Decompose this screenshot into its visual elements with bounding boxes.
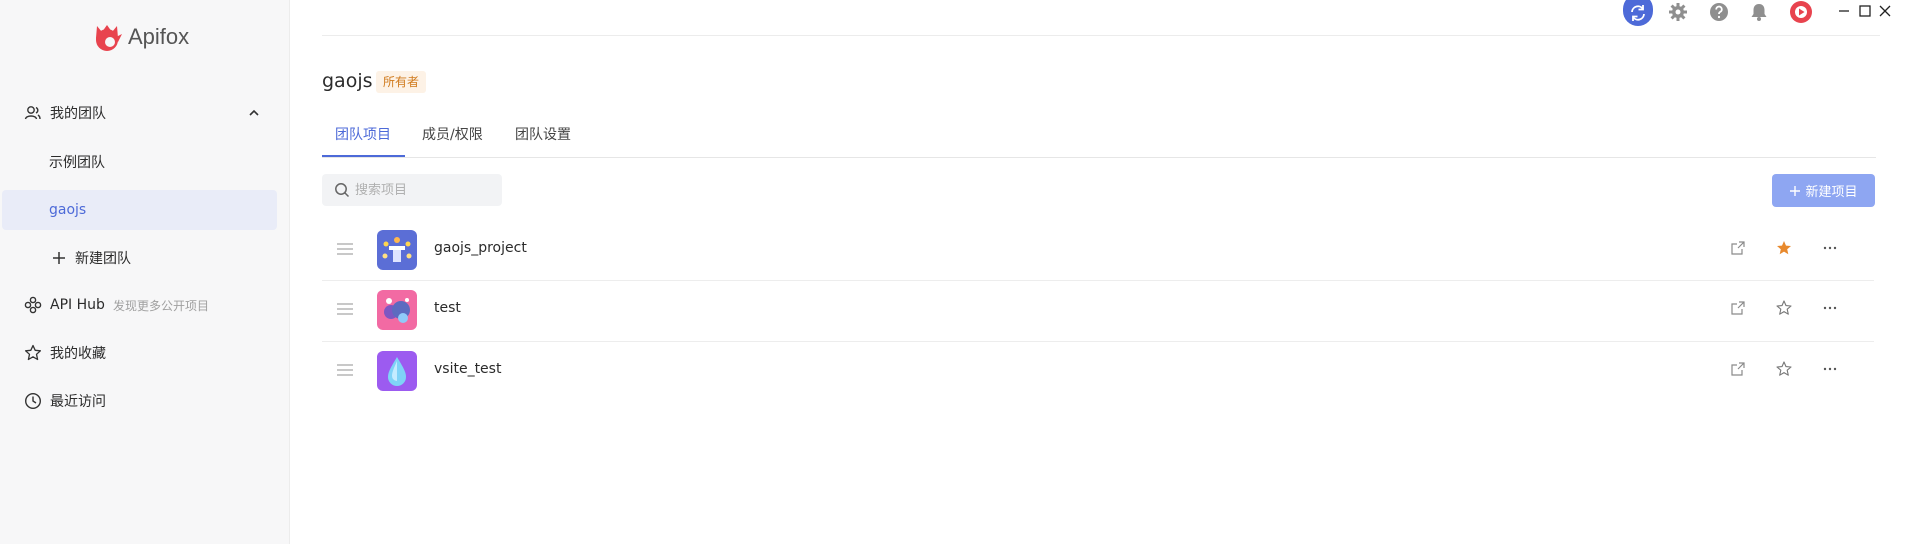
settings-icon[interactable] xyxy=(1668,2,1688,22)
new-team-button[interactable]: 新建团队 xyxy=(2,238,277,278)
apifox-logo-icon xyxy=(96,25,122,51)
project-name[interactable]: test xyxy=(434,300,461,316)
search-input[interactable] xyxy=(355,174,495,206)
sidebar: Apifox 我的团队 示例团队 gaojs 新建团队 API Hub 发现更多… xyxy=(0,0,290,544)
project-row[interactable]: vsite_test xyxy=(322,341,1874,401)
project-row[interactable]: gaojs_project xyxy=(322,220,1874,280)
nav-recent-label: 最近访问 xyxy=(50,394,106,410)
sidebar-item-gaojs[interactable]: gaojs xyxy=(2,190,277,230)
star-filled-icon[interactable] xyxy=(1776,240,1792,256)
project-avatar-icon xyxy=(377,351,417,391)
drag-handle-icon[interactable] xyxy=(336,241,354,257)
team-icon xyxy=(24,106,41,120)
role-badge: 所有者 xyxy=(376,71,427,93)
nav-favorites[interactable]: 我的收藏 xyxy=(0,333,289,373)
star-outline-icon[interactable] xyxy=(1776,300,1792,316)
page-title: gaojs xyxy=(322,70,373,92)
project-name[interactable]: gaojs_project xyxy=(434,240,527,256)
nav-recent[interactable]: 最近访问 xyxy=(0,381,289,421)
clock-icon xyxy=(24,392,42,410)
open-external-icon[interactable] xyxy=(1730,300,1746,316)
team-label: gaojs xyxy=(49,202,87,218)
nav-api-hub[interactable]: API Hub 发现更多公开项目 xyxy=(0,285,289,325)
sync-icon[interactable] xyxy=(1623,0,1653,26)
maximize-icon[interactable] xyxy=(1858,4,1872,18)
new-project-label: 新建项目 xyxy=(1805,185,1858,200)
app-name: Apifox xyxy=(128,24,190,49)
active-tab-indicator xyxy=(322,155,405,157)
star-outline-icon[interactable] xyxy=(1776,361,1792,377)
drag-handle-icon[interactable] xyxy=(336,362,354,378)
project-avatar-icon xyxy=(377,290,417,330)
more-icon[interactable] xyxy=(1822,240,1838,256)
new-project-button[interactable]: 新建项目 xyxy=(1772,174,1875,207)
help-icon[interactable] xyxy=(1709,2,1729,22)
avatar[interactable] xyxy=(1789,0,1813,24)
tab-team-projects[interactable]: 团队项目 xyxy=(335,124,391,144)
minimize-icon[interactable] xyxy=(1837,4,1851,18)
open-external-icon[interactable] xyxy=(1730,240,1746,256)
nav-api-hub-subtitle: 发现更多公开项目 xyxy=(113,298,210,313)
drag-handle-icon[interactable] xyxy=(336,301,354,317)
nav-favorites-label: 我的收藏 xyxy=(50,346,106,362)
star-icon xyxy=(24,344,42,361)
open-external-icon[interactable] xyxy=(1730,361,1746,377)
nav-my-team-label: 我的团队 xyxy=(50,106,106,122)
project-row[interactable]: test xyxy=(322,280,1874,340)
plus-icon xyxy=(53,252,65,264)
team-label: 示例团队 xyxy=(49,155,105,171)
close-icon[interactable] xyxy=(1878,4,1892,18)
api-hub-icon xyxy=(24,296,42,314)
sidebar-item-example-team[interactable]: 示例团队 xyxy=(2,142,277,182)
tab-team-settings[interactable]: 团队设置 xyxy=(515,124,571,144)
new-team-label: 新建团队 xyxy=(75,251,131,267)
project-name[interactable]: vsite_test xyxy=(434,361,501,377)
tabs-divider xyxy=(322,157,1876,158)
plus-icon xyxy=(1790,185,1801,196)
bell-icon[interactable] xyxy=(1749,2,1769,22)
tab-members-permissions[interactable]: 成员/权限 xyxy=(422,124,483,144)
more-icon[interactable] xyxy=(1822,361,1838,377)
app-logo: Apifox xyxy=(88,20,189,54)
nav-my-team[interactable]: 我的团队 xyxy=(0,93,289,133)
project-avatar-icon xyxy=(377,230,417,270)
chevron-up-icon[interactable] xyxy=(248,107,260,119)
search-icon xyxy=(335,183,350,198)
nav-api-hub-label: API Hub xyxy=(50,297,105,313)
more-icon[interactable] xyxy=(1822,300,1838,316)
header-divider xyxy=(322,35,1880,36)
